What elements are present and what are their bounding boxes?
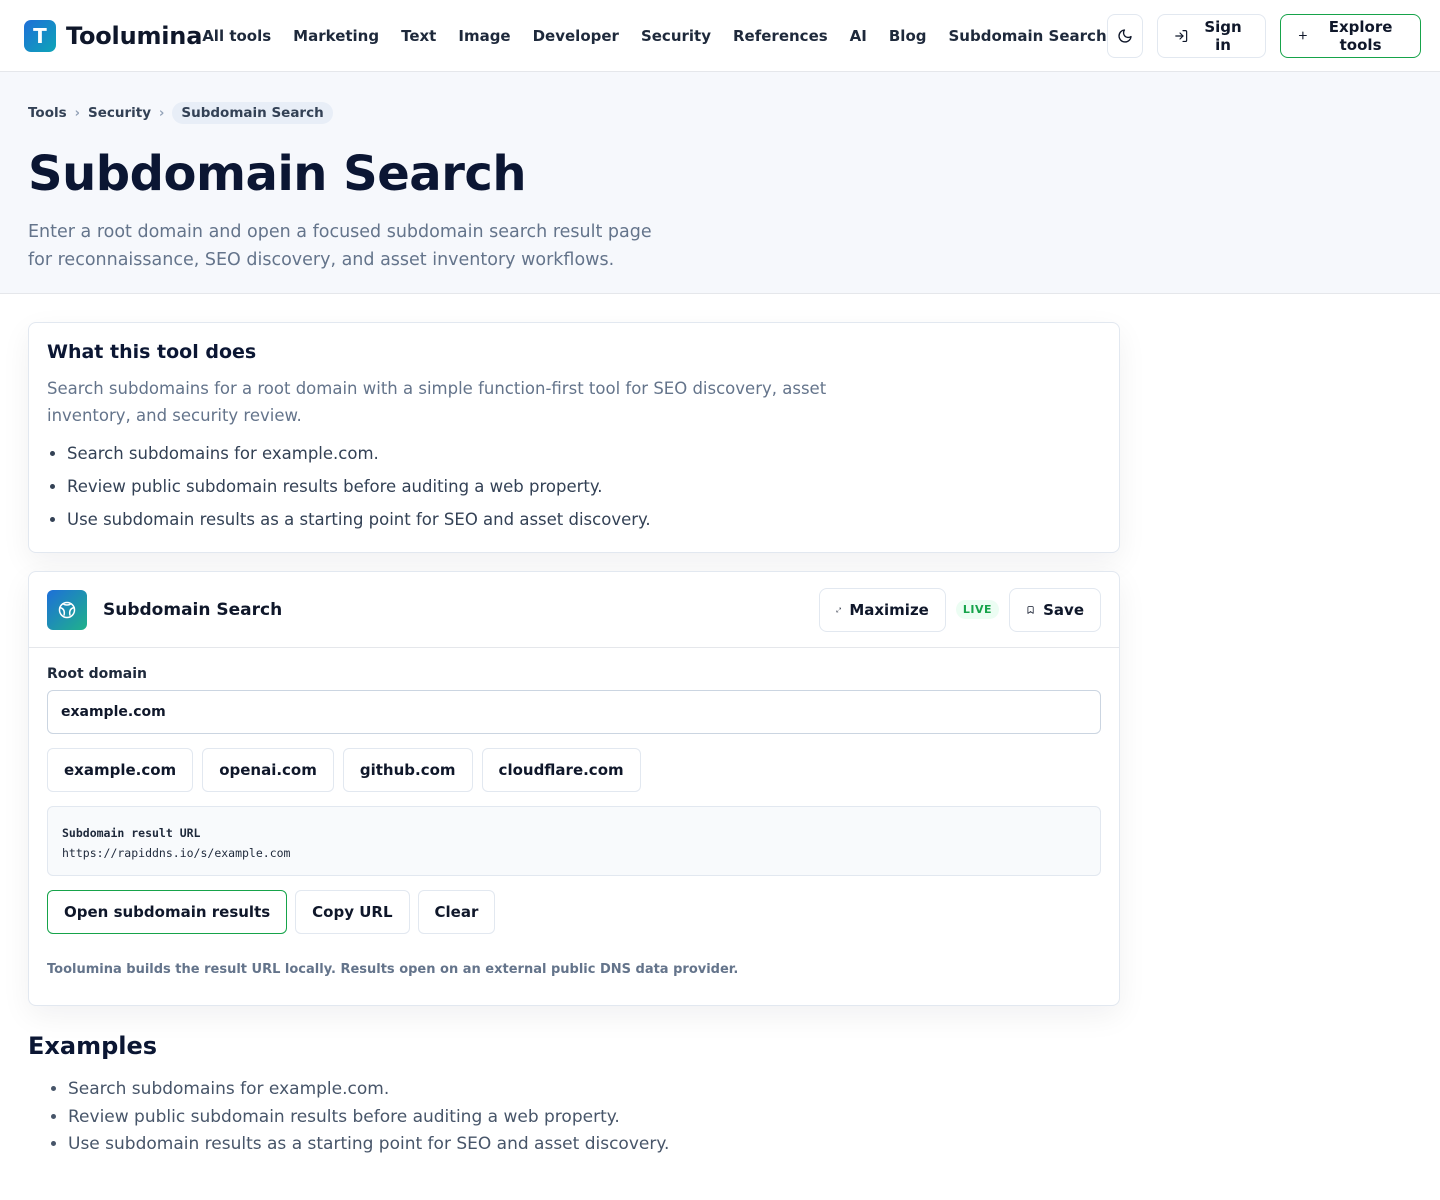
brand[interactable]: T Toolumina [24,19,203,52]
tool-title: Subdomain Search [103,599,283,620]
open-results-button[interactable]: Open subdomain results [47,890,288,934]
nav-item-references[interactable]: References [733,27,828,45]
moon-icon [1118,28,1132,43]
theme-toggle-button[interactable] [1106,13,1144,58]
tool-body: Root domain example.com openai.com githu… [29,648,1119,1005]
header-actions: Sign in Explore tools [1106,13,1422,58]
list-item: Review public subdomain results before a… [68,1104,1120,1132]
logo-icon: T [24,19,56,52]
sign-in-icon [1175,29,1188,42]
nav-item-blog[interactable]: Blog [889,27,927,45]
sign-in-label: Sign in [1204,17,1242,54]
copy-url-button[interactable]: Copy URL [295,890,410,934]
bookmark-icon [1027,605,1034,614]
examples-heading: Examples [28,1032,158,1060]
breadcrumb: Tools › Security › Subdomain Search [28,102,1412,124]
save-button[interactable]: Save [1009,587,1101,632]
nav-item-image[interactable]: Image [458,27,510,45]
tool-note: Toolumina builds the result URL locally.… [47,962,739,977]
about-heading: What this tool does [47,341,257,363]
page-description: Enter a root domain and open a focused s… [28,222,652,270]
about-list: Search subdomains for example.com. Revie… [47,437,1101,536]
save-label: Save [1043,600,1084,619]
explore-tools-label: Explore tools [1328,17,1393,54]
list-item: Search subdomains for example.com. [67,437,1101,470]
examples-list: Search subdomains for example.com. Revie… [28,1076,1120,1159]
root-domain-input[interactable] [47,690,1101,734]
domain-presets: example.com openai.com github.com cloudf… [47,748,1101,792]
list-item: Use subdomain results as a starting poin… [68,1131,1120,1159]
result-url-box: Subdomain result URL https://rapiddns.io… [47,806,1101,876]
result-url-label: Subdomain result URL [62,826,201,840]
page-title: Subdomain Search [28,146,527,202]
about-card: What this tool does Search subdomains fo… [28,322,1120,553]
root-domain-label: Root domain [47,666,148,682]
top-navigation-bar: T Toolumina All tools Marketing Text Ima… [0,0,1440,72]
clear-button[interactable]: Clear [417,890,496,934]
preset-example-com[interactable]: example.com [47,748,194,792]
nav-item-ai[interactable]: AI [850,27,867,45]
tool-actions: Maximize LIVE Save [818,587,1101,632]
nav-item-security[interactable]: Security [641,27,711,45]
explore-tools-button[interactable]: Explore tools [1280,13,1422,58]
list-item: Use subdomain results as a starting poin… [67,503,1101,536]
breadcrumb-tools[interactable]: Tools [28,105,67,121]
main-nav: All tools Marketing Text Image Developer… [202,27,1106,45]
tool-card: Subdomain Search Maximize LIVE Save Root… [28,571,1120,1006]
sign-in-button[interactable]: Sign in [1157,13,1267,58]
hero-section: Tools › Security › Subdomain Search Subd… [0,72,1440,294]
nav-item-text[interactable]: Text [401,27,436,45]
tool-action-buttons: Open subdomain results Copy URL Clear [47,890,1101,934]
nav-item-developer[interactable]: Developer [533,27,619,45]
expand-icon [836,607,841,612]
preset-github-com[interactable]: github.com [342,748,473,792]
breadcrumb-security[interactable]: Security [88,105,151,121]
nav-item-subdomain-search[interactable]: Subdomain Search [949,27,1107,45]
maximize-label: Maximize [849,600,929,619]
result-url-value: https://rapiddns.io/s/example.com [62,846,291,860]
list-item: Review public subdomain results before a… [67,470,1101,503]
tool-header: Subdomain Search Maximize LIVE Save [29,572,1119,648]
nav-item-marketing[interactable]: Marketing [293,27,379,45]
list-item: Search subdomains for example.com. [68,1076,1120,1104]
examples-section: Examples Search subdomains for example.c… [28,1006,1120,1159]
breadcrumb-current: Subdomain Search [172,102,333,124]
live-badge: LIVE [955,600,999,619]
chevron-right-icon: › [74,105,80,121]
globe-shield-icon [47,589,87,630]
preset-openai-com[interactable]: openai.com [202,748,334,792]
preset-cloudflare-com[interactable]: cloudflare.com [481,748,641,792]
plus-icon [1299,31,1308,40]
nav-item-all-tools[interactable]: All tools [202,27,271,45]
main-content: What this tool does Search subdomains fo… [0,294,1148,1159]
about-text: Search subdomains for a root domain with… [47,379,827,425]
maximize-button[interactable]: Maximize [818,587,946,632]
brand-name: Toolumina [66,21,203,50]
chevron-right-icon: › [159,105,165,121]
